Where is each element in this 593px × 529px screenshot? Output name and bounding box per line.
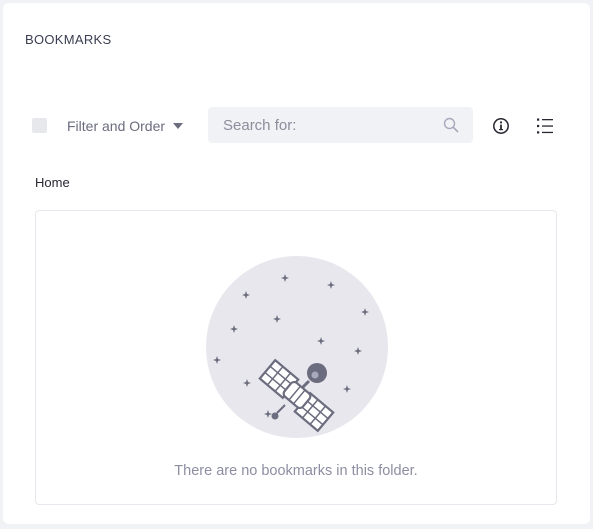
list-view-icon[interactable] (536, 117, 554, 135)
satellite-illustration (206, 256, 388, 438)
filter-and-order-button[interactable]: Filter and Order (67, 116, 184, 136)
select-all-checkbox[interactable] (32, 118, 47, 133)
empty-state-message: There are no bookmarks in this folder. (174, 463, 418, 479)
bookmarks-panel: BOOKMARKS Filter and Order Search for: H… (3, 3, 590, 524)
management-toolbar: Filter and Order (3, 107, 590, 145)
caret-down-icon (173, 123, 184, 129)
search-icon[interactable] (443, 117, 459, 133)
search-input[interactable] (208, 107, 436, 143)
breadcrumb: Home (35, 175, 70, 190)
search-box (208, 107, 473, 143)
breadcrumb-item-home: Home (35, 175, 70, 190)
empty-state-card: There are no bookmarks in this folder. (35, 210, 557, 505)
filter-and-order-label: Filter and Order (67, 118, 166, 134)
panel-title: BOOKMARKS (25, 32, 112, 47)
info-circle-icon[interactable] (492, 117, 510, 135)
